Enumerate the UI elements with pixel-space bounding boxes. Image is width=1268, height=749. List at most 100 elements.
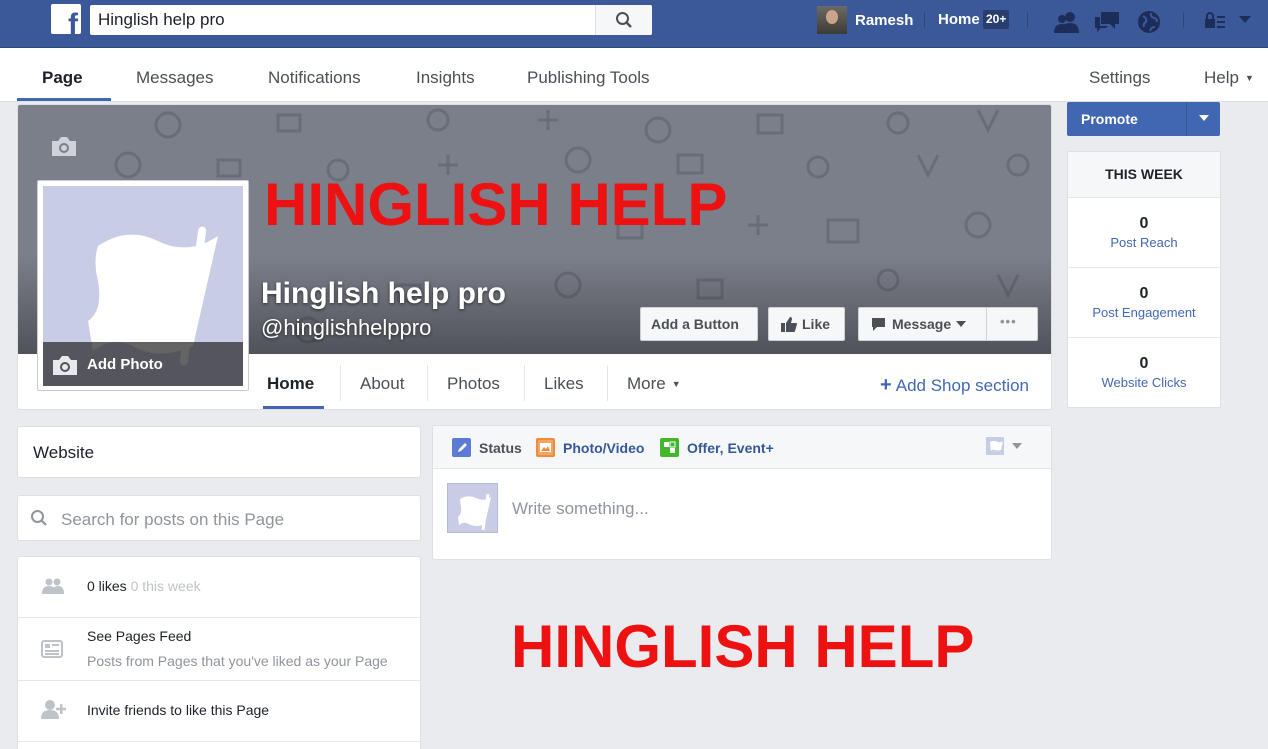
stat-value: 0 [1139, 215, 1149, 232]
tab-help[interactable]: Help ▼ [1204, 68, 1254, 88]
subtab-about[interactable]: About [360, 374, 404, 394]
list-item-pages-feed[interactable]: See Pages Feed Posts from Pages that you… [18, 618, 422, 681]
composer-tab-photo-video[interactable]: Photo/Video [536, 438, 644, 457]
promote-label: Promote [1081, 111, 1138, 127]
friend-requests-icon[interactable] [1052, 11, 1082, 33]
subtab-more[interactable]: More ▼ [627, 374, 681, 394]
stat-post-engagement[interactable]: 0 Post Engagement [1068, 268, 1220, 338]
profile-image-placeholder: Add Photo [43, 186, 243, 386]
subtab-home[interactable]: Home [267, 374, 314, 394]
stat-website-clicks[interactable]: 0 Website Clicks [1068, 338, 1220, 408]
divider [924, 12, 925, 28]
composer-tabs: Status Photo/Video Offer, Event+ [433, 426, 1051, 469]
divider [986, 308, 987, 340]
news-feed-icon [41, 640, 63, 658]
top-navigation-bar: f Hinglish help pro Ramesh Home 20+ [0, 0, 1268, 48]
status-label: Status [479, 439, 522, 456]
avatar [817, 6, 847, 34]
divider [427, 365, 428, 401]
divider [1186, 102, 1187, 136]
message-label[interactable]: Message [886, 316, 955, 332]
add-shop-label: Add Shop section [895, 376, 1029, 395]
thumbs-up-icon [781, 316, 797, 332]
like-label: Like [802, 316, 831, 332]
tab-publishing-tools[interactable]: Publishing Tools [527, 68, 650, 88]
divider [340, 365, 341, 401]
pencil-icon [452, 438, 471, 457]
more-options-button[interactable]: ••• [1000, 314, 1017, 329]
account-menu-chevron-down-icon[interactable] [1238, 15, 1252, 24]
privacy-shortcuts-icon[interactable] [1204, 12, 1226, 28]
likes-count-value: 0 likes [87, 578, 127, 594]
page-info-card: 0 likes 0 this week See Pages Feed Posts… [17, 556, 422, 749]
user-name: Ramesh [855, 11, 914, 29]
camera-icon [53, 356, 77, 375]
stat-value: 0 [1139, 285, 1149, 302]
add-friend-icon [41, 700, 66, 719]
flag-icon [458, 494, 491, 531]
composer-tab-offer-event[interactable]: Offer, Event+ [660, 438, 774, 457]
chevron-down-icon[interactable] [1199, 115, 1209, 121]
camera-icon[interactable] [50, 135, 78, 157]
post-as-selector[interactable] [986, 437, 1022, 460]
post-composer: Status Photo/Video Offer, Event+ Write s… [432, 425, 1052, 560]
tab-settings[interactable]: Settings [1089, 68, 1150, 88]
profile-picture[interactable]: Add Photo [37, 180, 249, 391]
search-input[interactable]: Hinglish help pro [98, 10, 225, 30]
tab-messages[interactable]: Messages [136, 68, 213, 88]
subtab-likes[interactable]: Likes [544, 374, 584, 394]
tab-insights[interactable]: Insights [416, 68, 475, 88]
stat-post-reach[interactable]: 0 Post Reach [1068, 198, 1220, 268]
tab-help-label: Help [1204, 68, 1239, 87]
subtab-photos[interactable]: Photos [447, 374, 500, 394]
divider [1027, 12, 1028, 28]
page-flag-icon [986, 437, 1004, 455]
facebook-logo[interactable]: f [51, 4, 81, 34]
write-something-input[interactable]: Write something... [512, 499, 649, 519]
chevron-down-icon[interactable] [955, 320, 967, 328]
promote-button[interactable]: Promote [1067, 102, 1220, 136]
pages-feed-title[interactable]: See Pages Feed [87, 628, 191, 644]
user-profile-link[interactable]: Ramesh [817, 6, 913, 34]
invite-friends-link[interactable]: Invite friends to like this Page [87, 702, 269, 718]
divider [607, 365, 608, 401]
caret-down-icon: ▼ [671, 379, 681, 389]
stat-label[interactable]: Post Reach [1068, 235, 1220, 250]
message-button-group: Message ••• [858, 307, 1038, 341]
search-button[interactable] [595, 5, 652, 35]
stat-label[interactable]: Website Clicks [1068, 375, 1220, 390]
stat-value: 0 [1139, 355, 1149, 372]
add-a-button-button[interactable]: Add a Button [640, 307, 758, 341]
cover-overlay-text: HINGLISH HELP [264, 171, 728, 238]
website-label[interactable]: Website [33, 443, 94, 463]
tab-page[interactable]: Page [42, 68, 83, 88]
list-item-likes[interactable]: 0 likes 0 this week [18, 557, 422, 618]
add-photo-button[interactable]: Add Photo [43, 342, 243, 386]
like-button[interactable]: Like [768, 307, 845, 341]
page-post-search[interactable]: Search for posts on this Page [17, 495, 421, 541]
tab-notifications[interactable]: Notifications [268, 68, 361, 88]
divider [1183, 12, 1184, 28]
globe-icon[interactable] [1137, 10, 1161, 34]
page-title[interactable]: Hinglish help pro [261, 277, 506, 311]
likes-count: 0 likes 0 this week [87, 578, 201, 594]
page-username[interactable]: @hinglishhelppro [261, 315, 431, 341]
divider [524, 365, 525, 401]
plus-icon: + [880, 374, 892, 396]
messages-icon[interactable] [1093, 10, 1121, 32]
list-item-invite[interactable]: Invite friends to like this Page [18, 681, 422, 742]
search-box[interactable]: Hinglish help pro [90, 5, 652, 35]
add-shop-section-link[interactable]: + Add Shop section [880, 374, 1029, 397]
composer-tab-status[interactable]: Status [452, 438, 522, 457]
chevron-down-icon [1012, 443, 1022, 449]
offer-event-label: Offer, Event+ [687, 439, 774, 456]
photo-video-label: Photo/Video [563, 439, 645, 456]
search-posts-input[interactable]: Search for posts on this Page [61, 510, 284, 530]
active-tab-indicator [17, 98, 111, 101]
stat-label[interactable]: Post Engagement [1068, 305, 1220, 320]
pages-feed-description: Posts from Pages that you've liked as yo… [87, 653, 388, 669]
home-badge: 20+ [983, 10, 1010, 29]
page-avatar [447, 483, 498, 533]
website-card[interactable]: Website [17, 426, 421, 478]
home-link[interactable]: Home [938, 11, 980, 28]
